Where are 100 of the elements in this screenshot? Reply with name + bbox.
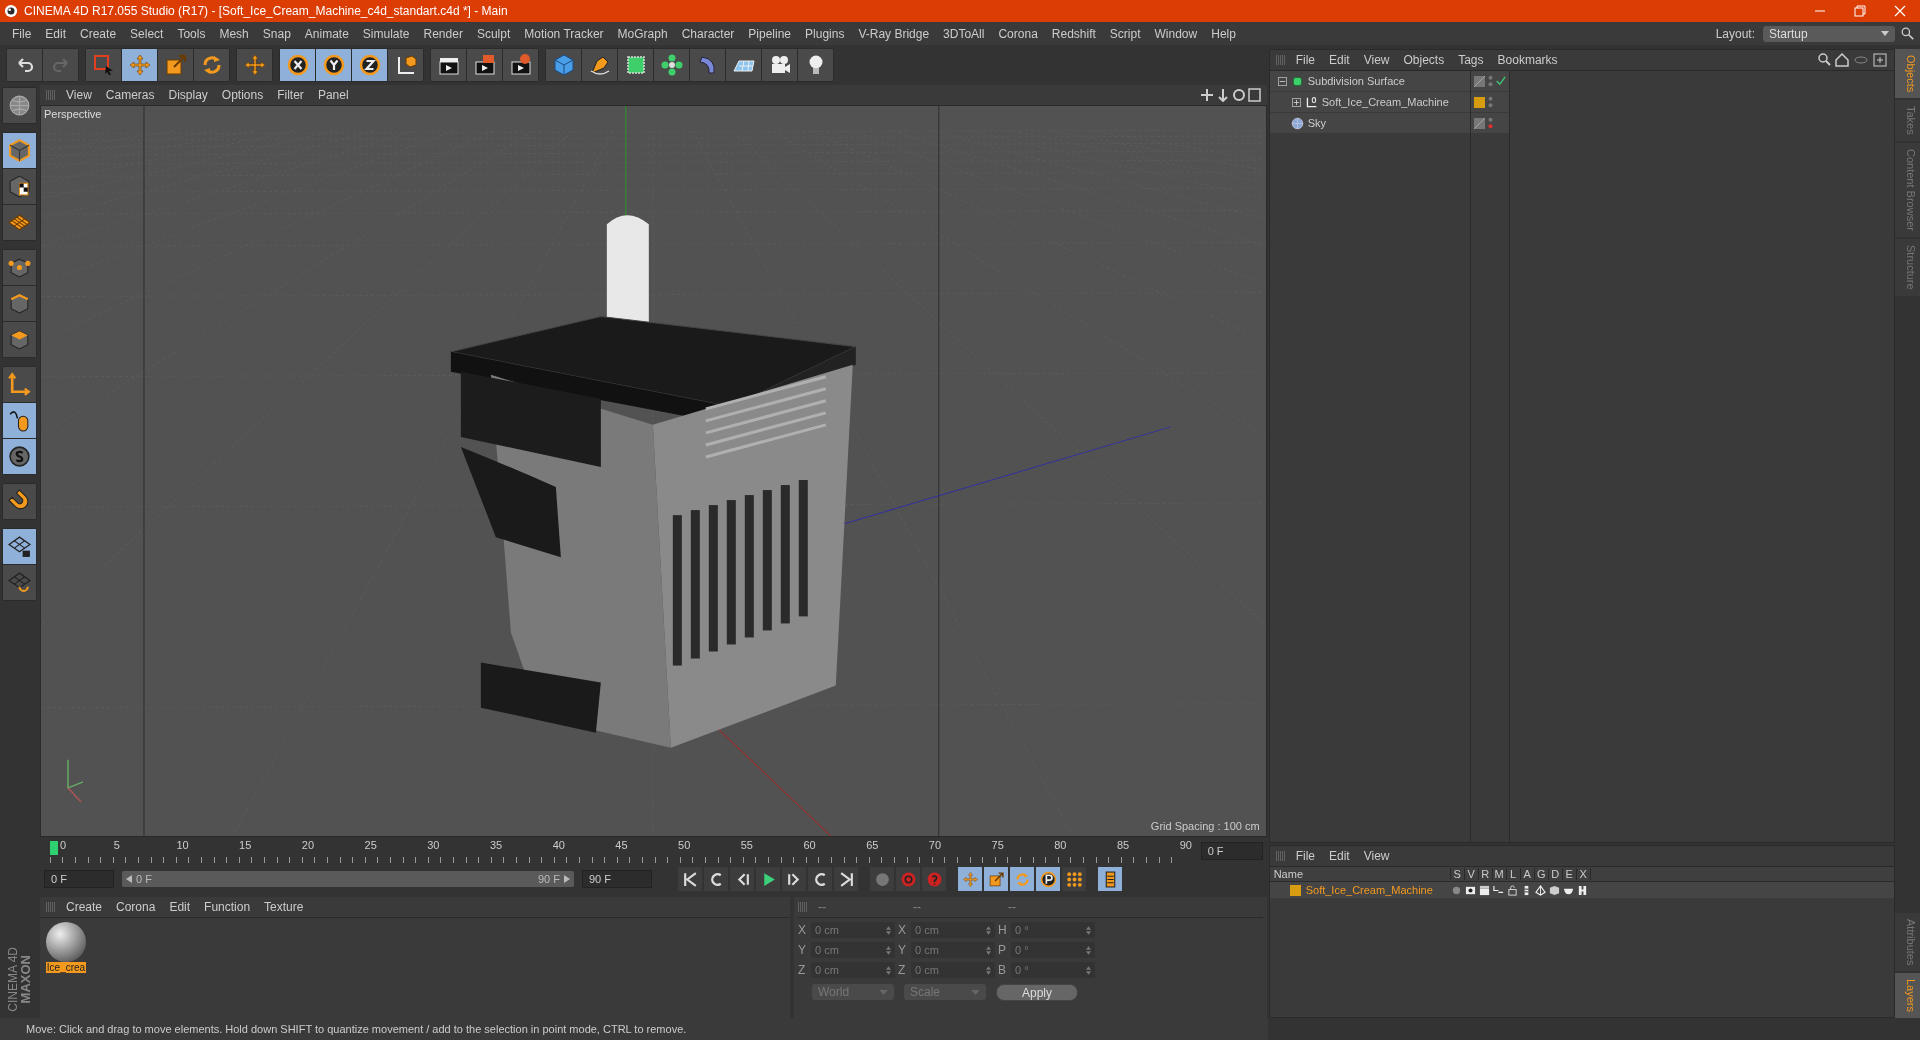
panel-menu-item[interactable]: Edit: [1329, 849, 1364, 863]
menu-item[interactable]: Sculpt: [470, 26, 519, 41]
timeline-button[interactable]: [1098, 867, 1122, 891]
tool-button[interactable]: [2, 484, 36, 519]
layer-flag-icon[interactable]: [1506, 884, 1518, 896]
tool-button[interactable]: [2, 88, 36, 123]
visibility-dots-icon[interactable]: [1487, 117, 1493, 129]
panel-tool-icons[interactable]: [1818, 53, 1888, 67]
panel-menu-item[interactable]: Tags: [1458, 53, 1498, 67]
menu-item[interactable]: Snap: [256, 26, 299, 41]
menu-item[interactable]: Plugins: [799, 26, 853, 41]
tool-button[interactable]: [582, 49, 617, 81]
menu-item[interactable]: Help: [1205, 26, 1244, 41]
tool-button[interactable]: [762, 49, 797, 81]
panel-menu-item[interactable]: View: [1363, 849, 1404, 863]
tool-button[interactable]: [467, 49, 502, 81]
tag-icon[interactable]: [1473, 75, 1485, 87]
frame-range-field[interactable]: 0 F 90 F: [122, 871, 574, 887]
left-arrow-icon[interactable]: [126, 875, 132, 883]
menu-item[interactable]: Tools: [171, 26, 214, 41]
menu-item[interactable]: Edit: [39, 26, 75, 41]
close-icon[interactable]: [1894, 5, 1906, 17]
panel-menu-item[interactable]: Texture: [264, 900, 318, 914]
point-level-button[interactable]: [1062, 867, 1086, 891]
menu-item[interactable]: V-Ray Bridge: [852, 26, 938, 41]
view-navigation-icons[interactable]: [1200, 88, 1261, 102]
autokey-button[interactable]: [922, 867, 946, 891]
menu-item[interactable]: Select: [124, 26, 172, 41]
playback-button[interactable]: [756, 867, 780, 891]
start-frame-field[interactable]: 0 F: [44, 870, 114, 888]
visibility-dots-icon[interactable]: [1487, 75, 1493, 87]
tool-button[interactable]: [2, 205, 36, 240]
viewport-menu-item[interactable]: View: [66, 88, 106, 102]
layer-flag-icon[interactable]: [1534, 884, 1546, 896]
tool-button[interactable]: [2, 169, 36, 204]
object-name[interactable]: Sky: [1307, 117, 1326, 129]
viewport-menu-item[interactable]: Display: [168, 88, 222, 102]
tool-button[interactable]: [431, 49, 466, 81]
menu-item[interactable]: Mesh: [213, 26, 257, 41]
menu-item[interactable]: Pipeline: [742, 26, 800, 41]
search-icon[interactable]: [1901, 27, 1914, 40]
visibility-dots-icon[interactable]: [1487, 96, 1493, 108]
tool-button[interactable]: [316, 49, 351, 81]
tool-button[interactable]: [2, 439, 36, 474]
material-name[interactable]: Ice_crea: [45, 962, 87, 973]
menu-item[interactable]: Corona: [992, 26, 1046, 41]
collapse-icon[interactable]: [1277, 76, 1287, 86]
tool-button[interactable]: [726, 49, 761, 81]
panel-menu-item[interactable]: Create: [66, 900, 117, 914]
menu-item[interactable]: Create: [74, 26, 125, 41]
end-frame-field[interactable]: 90 F: [582, 870, 652, 888]
tool-button[interactable]: [2, 322, 36, 357]
menu-item[interactable]: Animate: [298, 26, 357, 41]
layer-color-swatch[interactable]: [1473, 96, 1485, 108]
restore-icon[interactable]: [1854, 5, 1866, 17]
panel-menu-item[interactable]: Corona: [116, 900, 170, 914]
panel-menu-item[interactable]: Edit: [1329, 53, 1364, 67]
layer-flag-icon[interactable]: [1492, 884, 1504, 896]
viewport-menu-item[interactable]: Panel: [317, 88, 363, 102]
material-preview-sphere[interactable]: [46, 922, 86, 962]
layer-color-swatch[interactable]: [1289, 884, 1301, 896]
panel-menu-item[interactable]: Edit: [169, 900, 205, 914]
tool-button[interactable]: [2, 286, 36, 321]
panel-menu-item[interactable]: File: [1295, 53, 1329, 67]
playback-button[interactable]: [808, 867, 832, 891]
viewport-menu-item[interactable]: Options: [221, 88, 278, 102]
key-track-button[interactable]: [1036, 867, 1060, 891]
playhead-marker[interactable]: [50, 841, 58, 855]
tool-button[interactable]: [798, 49, 833, 81]
tool-button[interactable]: [2, 367, 36, 402]
current-frame-field[interactable]: 0 F: [1200, 842, 1263, 860]
record-button[interactable]: [896, 867, 920, 891]
panel-menu-item[interactable]: Function: [204, 900, 265, 914]
menu-item[interactable]: Character: [675, 26, 743, 41]
playback-button[interactable]: [782, 867, 806, 891]
layer-flag-icon[interactable]: [1478, 884, 1490, 896]
key-track-button[interactable]: [984, 867, 1008, 891]
tool-button[interactable]: [2, 250, 36, 285]
tool-button[interactable]: [2, 133, 36, 168]
tool-button[interactable]: [388, 49, 423, 81]
layout-dropdown[interactable]: Startup: [1763, 25, 1895, 42]
tag-icon[interactable]: [1473, 117, 1485, 129]
menu-item[interactable]: Script: [1103, 26, 1149, 41]
tool-button[interactable]: [7, 49, 42, 81]
menu-item[interactable]: Redshift: [1045, 26, 1104, 41]
apply-button[interactable]: Apply: [996, 983, 1078, 1001]
tool-button[interactable]: [352, 49, 387, 81]
playback-button[interactable]: [730, 867, 754, 891]
menu-item[interactable]: Window: [1148, 26, 1206, 41]
tool-button[interactable]: [2, 529, 36, 564]
key-button[interactable]: [870, 867, 894, 891]
layer-flag-icon[interactable]: [1548, 884, 1560, 896]
panel-menu-item[interactable]: Objects: [1403, 53, 1459, 67]
panel-menu-item[interactable]: Bookmarks: [1497, 53, 1572, 67]
panel-menu-item[interactable]: View: [1363, 53, 1404, 67]
menu-item[interactable]: File: [6, 26, 40, 41]
menu-item[interactable]: 3DToAll: [937, 26, 993, 41]
viewport-menu-item[interactable]: Cameras: [105, 88, 169, 102]
playback-button[interactable]: [834, 867, 858, 891]
menu-item[interactable]: Simulate: [356, 26, 418, 41]
